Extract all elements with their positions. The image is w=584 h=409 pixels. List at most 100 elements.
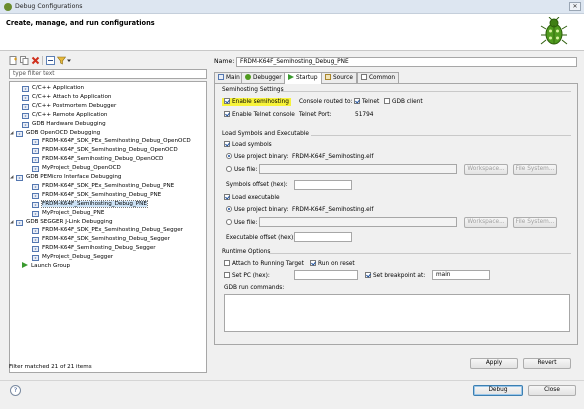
tree-item[interactable]: c FRDM-K64F_SDK_Semihosting_Debug_PNE: [32, 191, 161, 199]
symbols-offset-input[interactable]: [294, 180, 352, 190]
symbols-file-input[interactable]: [259, 164, 457, 174]
tree-item[interactable]: c FRDM-K64F_SDK_PEx_Semihosting_Debug_Ope…: [32, 137, 191, 146]
tree-item-label: C/C++ Remote Application: [32, 111, 108, 118]
gdb-client-checkbox[interactable]: GDB client: [384, 98, 423, 106]
filter-input[interactable]: type filter text: [9, 69, 207, 79]
config-icon: c: [22, 86, 29, 92]
tab-startup[interactable]: Startup: [284, 72, 322, 84]
startup-tab-body: Semihosting Settings Enable semihosting …: [214, 83, 578, 345]
console-routed-label: Console routed to:: [299, 99, 353, 105]
exec-workspace-button[interactable]: Workspace...: [464, 217, 508, 228]
run-on-reset-checkbox[interactable]: Run on reset: [310, 260, 355, 268]
window-close-button[interactable]: ✕: [569, 2, 581, 11]
symbols-offset-label: Symbols offset (hex):: [226, 182, 288, 188]
main-tab-icon: [218, 74, 224, 80]
tree-item[interactable]: c FRDM-K64F_SDK_PEx_Semihosting_Debug_Seg…: [32, 226, 183, 235]
checkbox-box: [224, 141, 230, 147]
apply-button[interactable]: Apply: [470, 358, 518, 369]
tree-item[interactable]: c MyProject_Debug_PNE: [32, 209, 104, 217]
symbols-use-project-binary-radio[interactable]: Use project binary:: [226, 153, 289, 161]
filter-icon[interactable]: [57, 56, 66, 65]
tab-debugger[interactable]: Debugger: [241, 72, 286, 83]
tree-item[interactable]: c FRDM-K64F_Semihosting_Debug_PNE: [32, 199, 148, 208]
load-section-title: Load Symbols and Executable: [222, 131, 309, 137]
exec-use-file-radio[interactable]: Use file:: [226, 219, 257, 227]
attach-running-target-checkbox[interactable]: Attach to Running Target: [224, 260, 304, 268]
tree-item[interactable]: c MyProject_Debug_OpenOCD: [32, 164, 121, 173]
dropdown-icon[interactable]: [66, 56, 72, 65]
symbols-workspace-button[interactable]: Workspace...: [464, 164, 508, 175]
tab-common[interactable]: Common: [357, 72, 400, 83]
load-symbols-checkbox[interactable]: Load symbols: [224, 141, 272, 149]
tree-group-item[interactable]: ◢ c GDB OpenOCD Debugging: [10, 129, 100, 137]
tree-group-item[interactable]: ◢ c GDB PEMicro Interface Debugging: [10, 173, 121, 181]
debug-button[interactable]: Debug: [473, 385, 523, 396]
symbols-filesystem-button[interactable]: File System...: [513, 164, 557, 175]
symbols-use-file-radio[interactable]: Use file:: [226, 166, 257, 174]
tree-item[interactable]: c FRDM-K64F_SDK_Semihosting_Debug_OpenOCD: [32, 146, 178, 155]
tree-item[interactable]: c GDB Hardware Debugging: [22, 120, 106, 128]
gdb-run-commands-textarea[interactable]: [224, 294, 570, 332]
new-config-icon[interactable]: [9, 56, 18, 65]
help-icon[interactable]: ?: [10, 385, 21, 396]
enable-semihosting-checkbox[interactable]: Enable semihosting: [222, 98, 291, 106]
radio-circle: [226, 206, 232, 212]
tree-item[interactable]: c FRDM-K64F_Semihosting_Debug_OpenOCD: [32, 155, 163, 164]
set-pc-checkbox[interactable]: Set PC (hex):: [224, 272, 270, 280]
tree-item[interactable]: c C/C++ Attach to Application: [22, 93, 111, 101]
tree-item-label: GDB Hardware Debugging: [32, 120, 106, 127]
tree-item[interactable]: c FRDM-K64F_SDK_Semihosting_Debug_Segger: [32, 235, 170, 244]
exec-use-project-binary-radio[interactable]: Use project binary:: [226, 206, 289, 214]
tree-item[interactable]: Launch Group: [22, 262, 70, 270]
tree-item[interactable]: c C/C++ Remote Application: [22, 111, 107, 119]
exec-filesystem-button[interactable]: File System...: [513, 217, 557, 228]
exec-offset-label: Executable offset (hex):: [226, 235, 296, 241]
config-icon: c: [22, 121, 29, 128]
section-divider: [311, 135, 571, 136]
config-icon: c: [32, 157, 39, 164]
tab-source[interactable]: Source: [321, 72, 357, 83]
launch-group-icon: [22, 262, 28, 268]
tab-main[interactable]: Main: [214, 72, 244, 83]
delete-icon[interactable]: [31, 56, 40, 65]
config-tree-panel: type filter text c C/C++ Application c C/C+…: [6, 55, 208, 379]
config-icon: c: [32, 237, 39, 244]
tree-item[interactable]: c MyProject_Debug_Segger: [32, 253, 113, 262]
exec-file-input[interactable]: [259, 217, 457, 227]
radio-circle: [226, 166, 232, 172]
app-bug-icon: [4, 3, 12, 11]
tree-item-label: C/C++ Postmortem Debugger: [32, 102, 117, 109]
radio-circle: [226, 153, 232, 159]
tree-item[interactable]: c FRDM-K64F_SDK_PEx_Semihosting_Debug_PNE: [32, 182, 174, 190]
config-tree: c C/C++ Application c C/C++ Attach to Appli…: [9, 81, 207, 373]
close-button[interactable]: Close: [528, 385, 576, 396]
checkbox-box: [310, 260, 316, 266]
tree-item-label: Launch Group: [31, 263, 71, 269]
config-icon: c: [16, 130, 23, 137]
telnet-port-value[interactable]: 51794: [355, 111, 373, 119]
tree-item-label: MyProject_Debug_OpenOCD: [42, 165, 121, 172]
load-executable-checkbox[interactable]: Load executable: [224, 194, 280, 202]
duplicate-icon[interactable]: [20, 56, 29, 65]
collapse-all-icon[interactable]: [46, 56, 55, 65]
tree-item-label: FRDM-K64F_SDK_PEx_Semihosting_Debug_PNE: [42, 182, 175, 189]
breakpoint-input[interactable]: main: [432, 270, 490, 280]
revert-button[interactable]: Revert: [523, 358, 571, 369]
exec-offset-input[interactable]: [294, 232, 352, 242]
name-label: Name:: [214, 58, 235, 65]
enable-telnet-console-checkbox[interactable]: Enable Telnet console: [224, 111, 295, 119]
checkbox-box: [224, 194, 230, 200]
tree-item[interactable]: c FRDM-K64F_Semihosting_Debug_Segger: [32, 244, 156, 253]
config-icon: c: [32, 148, 39, 155]
tree-group-item[interactable]: ◢ c GDB SEGGER J-Link Debugging: [10, 218, 113, 226]
gdb-run-commands-label: GDB run commands:: [224, 285, 285, 291]
name-input[interactable]: FRDM-K64F_Semihosting_Debug_PNE: [236, 57, 577, 67]
tree-item-label: GDB SEGGER J-Link Debugging: [26, 218, 113, 225]
tree-item[interactable]: c C/C++ Postmortem Debugger: [22, 102, 116, 110]
config-icon: c: [32, 192, 39, 199]
telnet-checkbox[interactable]: Telnet: [354, 98, 379, 106]
tree-item[interactable]: c C/C++ Application: [22, 84, 84, 92]
set-pc-input[interactable]: [294, 270, 358, 280]
config-icon: c: [32, 228, 39, 235]
set-breakpoint-checkbox[interactable]: Set breakpoint at:: [365, 272, 425, 280]
